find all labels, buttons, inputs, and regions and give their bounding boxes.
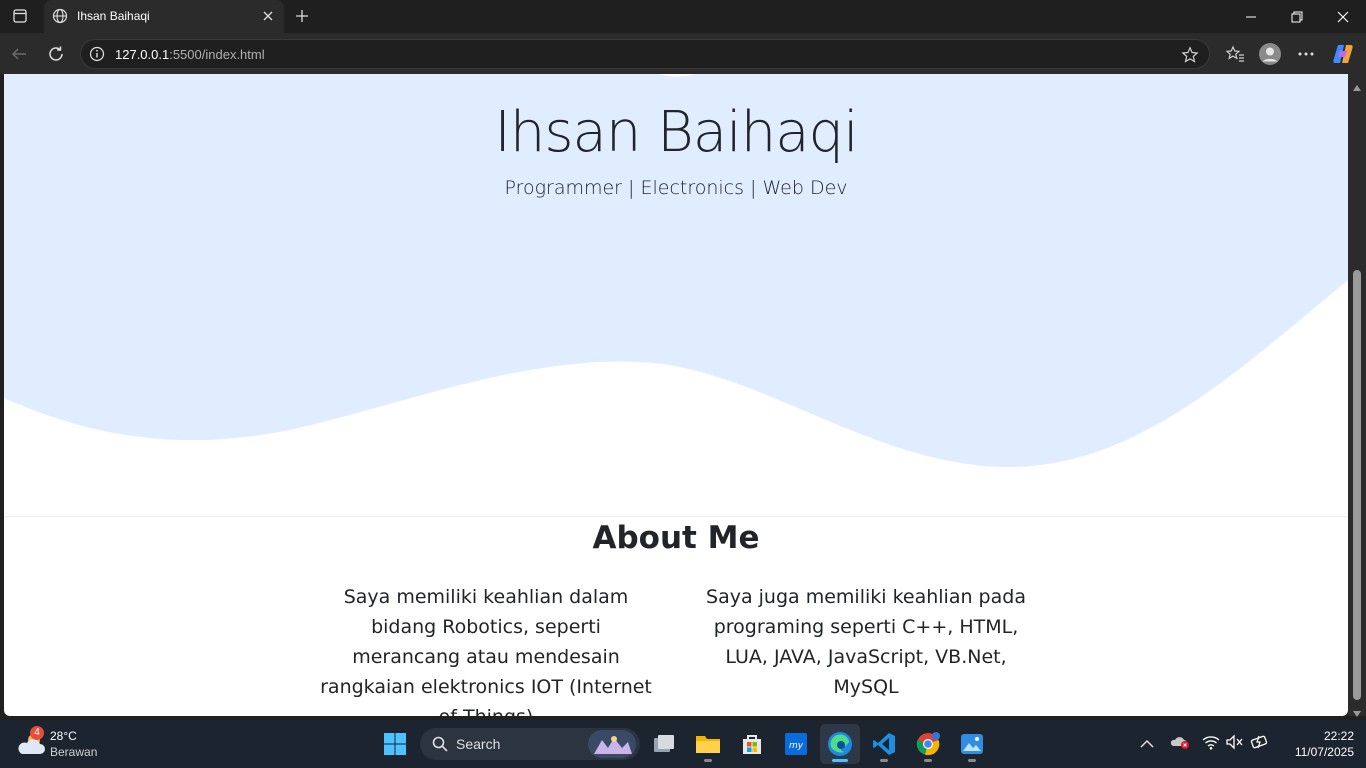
close-tab-icon[interactable] [260, 8, 276, 24]
page-viewport: Ihsan Baihaqi Programmer | Electronics |… [4, 74, 1348, 716]
url-host: 127.0.0.1 [115, 47, 170, 62]
close-window-icon[interactable] [1320, 0, 1366, 33]
weather-temperature: 28°C [50, 729, 77, 743]
refresh-icon[interactable] [43, 41, 69, 67]
show-hidden-icons-chevron-icon[interactable] [1140, 736, 1154, 754]
info-icon[interactable] [89, 46, 105, 67]
wifi-icon[interactable] [1202, 734, 1220, 755]
profile-tagline: Programmer | Electronics | Web Dev [504, 177, 848, 199]
vscode-icon[interactable] [864, 724, 904, 764]
profile-avatar[interactable] [1257, 41, 1283, 67]
myhp-icon[interactable]: my [776, 724, 816, 764]
globe-icon [52, 8, 68, 24]
clock-time[interactable]: 22:22 [1294, 729, 1354, 743]
volume-muted-icon[interactable] [1226, 734, 1244, 755]
favorite-star-icon[interactable] [1181, 46, 1199, 69]
windows-taskbar: 4 28°C Berawan Search my 22:22 11/07/202… [0, 720, 1366, 768]
url-path: :5500/index.html [169, 47, 265, 62]
scrollbar-thumb[interactable] [1353, 270, 1361, 700]
copilot-icon[interactable] [1330, 41, 1356, 67]
battery-icon[interactable] [1250, 734, 1270, 755]
section-divider [4, 516, 1348, 517]
search-highlight-icon [588, 730, 636, 763]
search-label: Search [456, 736, 501, 752]
task-view-icon[interactable] [644, 724, 684, 764]
restore-icon[interactable] [1274, 0, 1320, 33]
browser-tab[interactable]: Ihsan Baihaqi [44, 0, 284, 33]
address-bar[interactable]: 127.0.0.1:5500/index.html [80, 39, 1210, 69]
more-options-icon[interactable] [1293, 41, 1319, 67]
file-explorer-icon[interactable] [688, 724, 728, 764]
about-paragraph-right: Saya juga memiliki keahlian pada program… [706, 586, 1026, 698]
profile-photo [605, 74, 749, 96]
clock-date[interactable]: 11/07/2025 [1274, 745, 1354, 759]
svg-text:my: my [789, 741, 804, 751]
chrome-icon[interactable] [908, 724, 948, 764]
microsoft-store-icon[interactable] [732, 724, 772, 764]
weather-badge: 4 [30, 726, 44, 740]
start-button[interactable] [375, 724, 415, 764]
about-heading: About Me [592, 520, 760, 556]
weather-description: Berawan [50, 745, 98, 759]
onedrive-error-icon[interactable] [1170, 734, 1190, 755]
search-icon [432, 736, 448, 757]
new-tab-icon[interactable] [290, 6, 314, 26]
taskbar-search[interactable]: Search [420, 728, 640, 760]
scroll-up-arrow-icon[interactable] [1353, 78, 1361, 96]
tab-title: Ihsan Baihaqi [77, 9, 150, 23]
tab-actions-icon[interactable] [8, 6, 32, 26]
about-paragraph-left: Saya memiliki keahlian dalam bidang Robo… [320, 586, 652, 716]
photos-icon[interactable] [952, 724, 992, 764]
minimize-icon[interactable] [1228, 0, 1274, 33]
favorites-icon[interactable] [1222, 41, 1248, 67]
browser-toolbar: 127.0.0.1:5500/index.html [0, 33, 1366, 74]
browser-title-bar: Ihsan Baihaqi [0, 0, 1366, 33]
back-icon[interactable] [6, 41, 32, 67]
profile-name-heading: Ihsan Baihaqi [494, 100, 858, 165]
page-scrollbar[interactable] [1348, 74, 1366, 717]
url-text: 127.0.0.1:5500/index.html [115, 47, 265, 62]
edge-icon[interactable] [820, 724, 860, 764]
